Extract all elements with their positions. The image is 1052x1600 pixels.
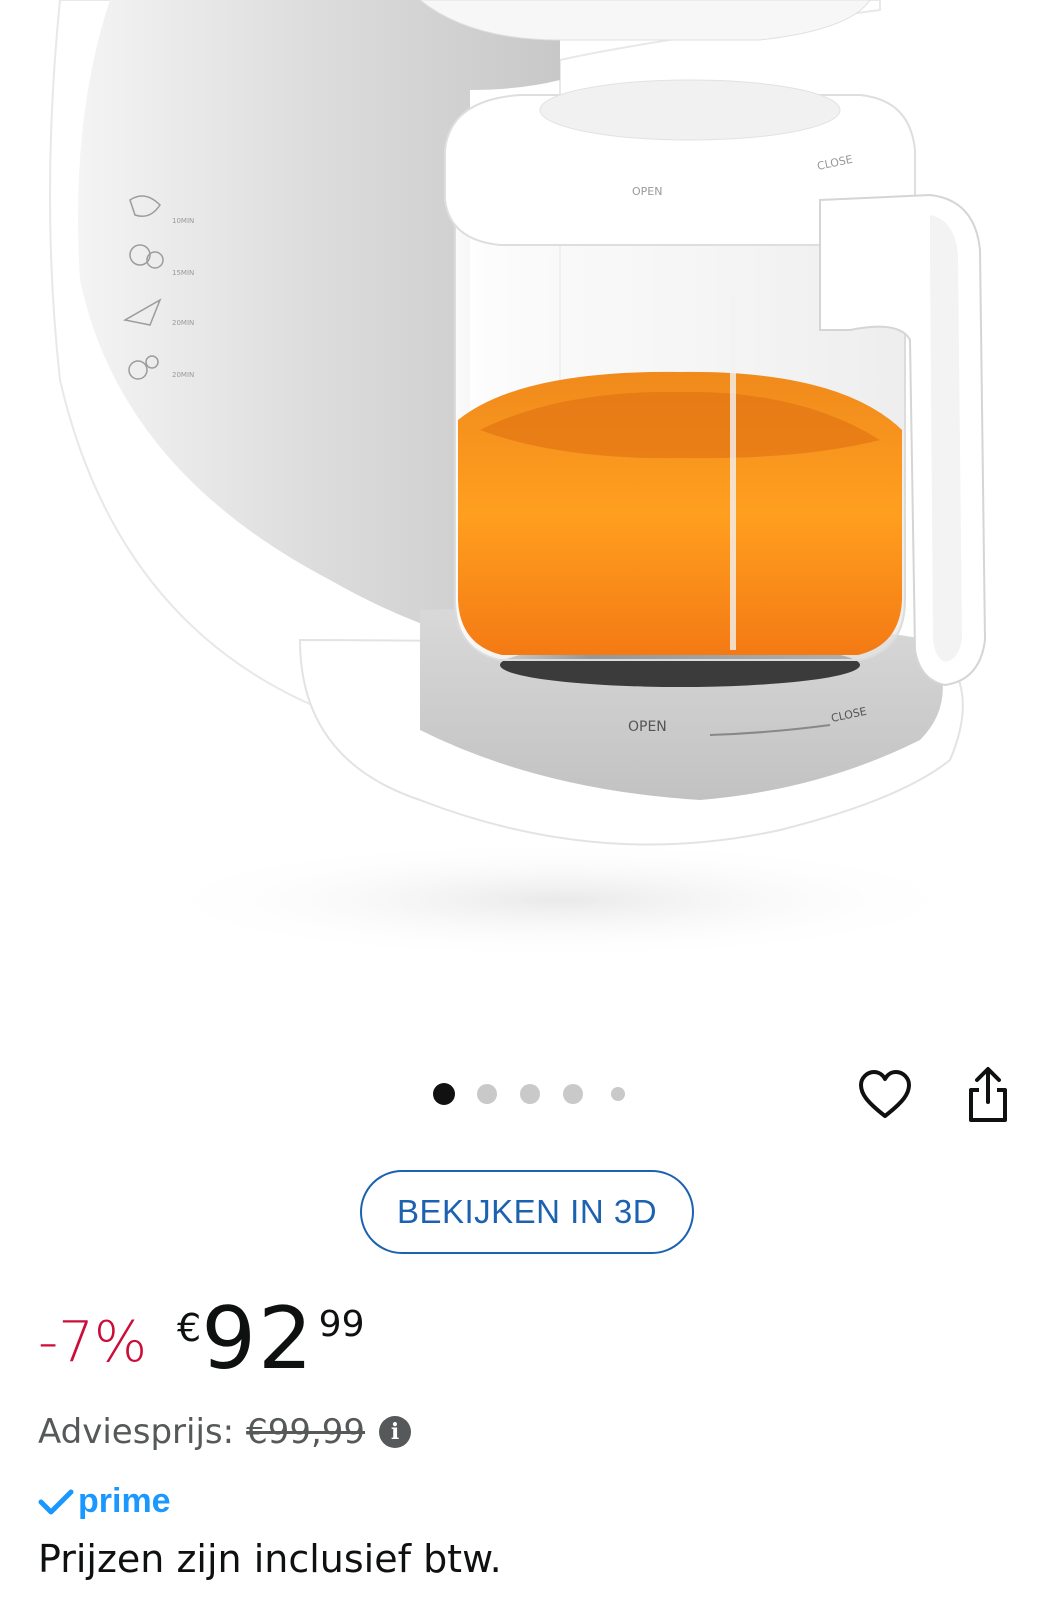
discount-percentage: -7%	[38, 1310, 148, 1375]
carousel-dot-1[interactable]	[433, 1083, 455, 1105]
carousel-dot-5[interactable]	[611, 1087, 625, 1101]
price-whole: 92	[201, 1289, 315, 1389]
base-open-label: OPEN	[628, 719, 667, 735]
share-icon	[969, 1067, 1007, 1122]
share-button[interactable]	[963, 1066, 1013, 1126]
view-in-3d-button[interactable]: BEKIJKEN IN 3D	[360, 1170, 694, 1254]
list-price-label: Adviesprijs:	[38, 1412, 235, 1452]
vat-note: Prijzen zijn inclusief btw.	[38, 1537, 502, 1581]
price-block: -7% € 92 99	[38, 1290, 364, 1400]
heart-icon	[859, 1070, 911, 1118]
list-price-value: €99,99	[246, 1412, 366, 1452]
price-currency-symbol: €	[177, 1306, 202, 1350]
prime-label: prime	[78, 1482, 171, 1520]
price-fraction: 99	[318, 1304, 365, 1345]
info-icon[interactable]: i	[379, 1416, 412, 1448]
timer-label-1: 10MIN	[172, 217, 194, 225]
list-price-row: Adviesprijs: €99,99 i	[38, 1412, 412, 1452]
carousel-dot-4[interactable]	[563, 1084, 583, 1104]
lid-open-label: OPEN	[632, 185, 662, 198]
baby-food-maker-illustration: OPEN CLOSE OPEN CLOSE 10MIN 15MIN 20MIN …	[49, 0, 987, 960]
checkmark-icon	[38, 1489, 74, 1514]
carousel-dot-2[interactable]	[477, 1084, 497, 1104]
timer-label-4: 20MIN	[172, 371, 194, 379]
timer-label-3: 20MIN	[172, 319, 194, 327]
product-image[interactable]: OPEN CLOSE OPEN CLOSE 10MIN 15MIN 20MIN …	[0, 0, 1052, 1000]
wishlist-button[interactable]	[857, 1068, 913, 1124]
prime-badge: prime	[38, 1482, 171, 1521]
timer-label-2: 15MIN	[172, 269, 194, 277]
carousel-dot-3[interactable]	[520, 1084, 540, 1104]
